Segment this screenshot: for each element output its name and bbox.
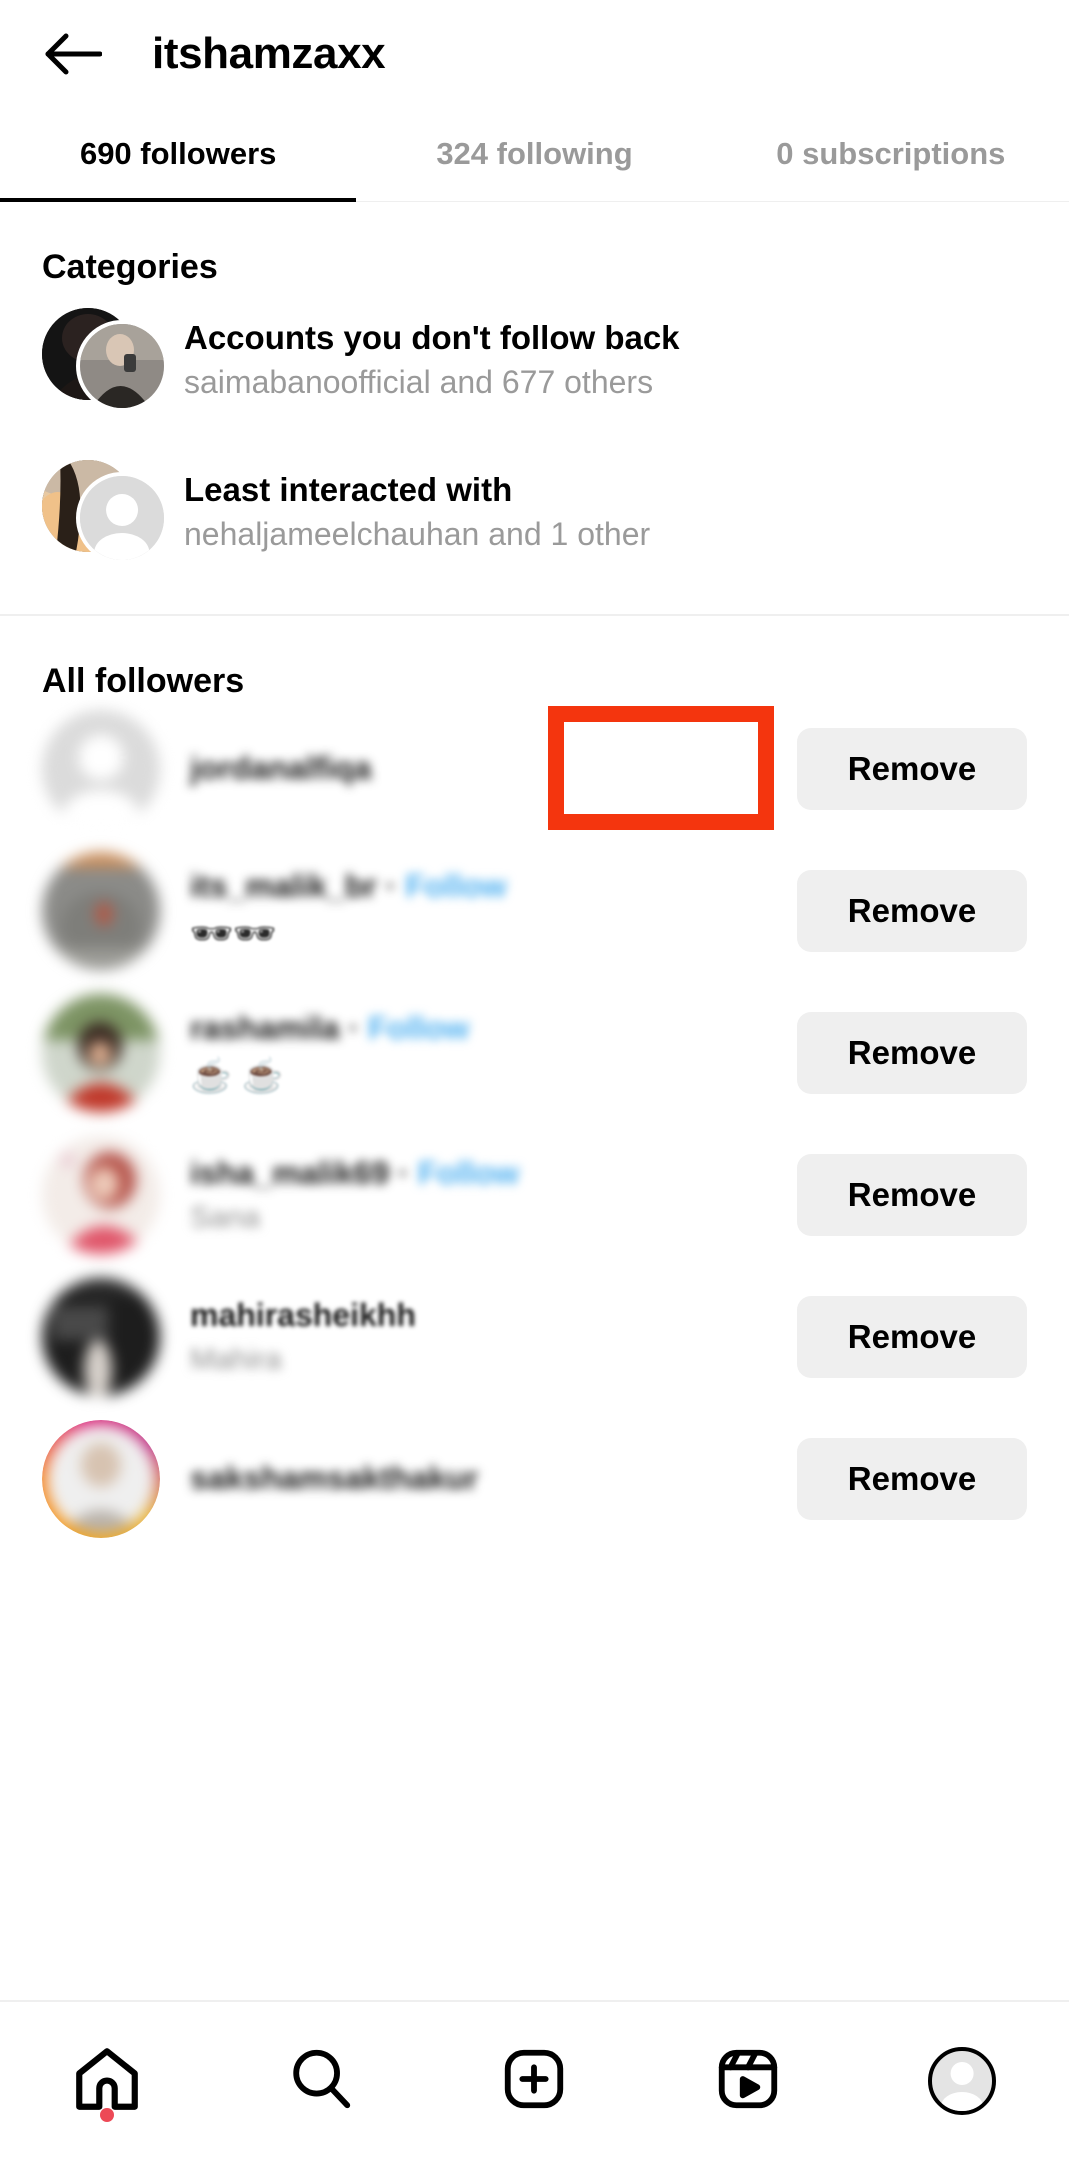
follower-username[interactable]: sakshamsakthakur	[190, 1458, 797, 1500]
follower-username[interactable]: its_malik_br · Follow	[190, 866, 797, 908]
category-avatar-stack	[42, 306, 168, 414]
avatar[interactable]	[42, 1278, 160, 1396]
search-icon	[286, 2044, 356, 2119]
follower-row[interactable]: rashamila · Follow ☕ ☕ Remove	[0, 982, 1069, 1124]
category-title: Least interacted with	[184, 470, 513, 508]
avatar[interactable]	[42, 852, 160, 970]
follower-text: rashamila · Follow ☕ ☕	[190, 1008, 797, 1098]
category-accounts-you-dont-follow-back[interactable]: Accounts you don't follow back saimabano…	[0, 284, 1069, 436]
follower-username[interactable]: jordanalfiqa	[190, 748, 797, 790]
follower-subtitle: Mahira	[190, 1343, 282, 1377]
default-person-icon	[42, 710, 160, 828]
follower-row[interactable]: sakshamsakthakur Remove	[0, 1408, 1069, 1550]
follower-username[interactable]: isha_malik69 · Follow	[190, 1153, 797, 1195]
remove-button[interactable]: Remove	[797, 1012, 1027, 1094]
back-button[interactable]	[42, 23, 104, 85]
follower-row[interactable]: isha_malik69 · Follow Sana Remove	[0, 1124, 1069, 1266]
followers-list: jordanalfiqa Remove its_malik_br · Follo…	[0, 698, 1069, 1550]
username-text: rashamila	[190, 1010, 340, 1047]
follower-subtitle: 🕶🕶	[190, 914, 277, 953]
tab-followers[interactable]: 690 followers	[0, 138, 356, 169]
profile-avatar-icon	[928, 2047, 997, 2115]
tab-indicator-track	[0, 198, 1069, 202]
profile-tabs: 690 followers 324 following 0 subscripti…	[0, 108, 1069, 198]
avatar-image	[47, 1425, 155, 1533]
avatar[interactable]	[42, 994, 160, 1112]
create-post-icon	[499, 2044, 569, 2119]
category-title: Accounts you don't follow back	[184, 318, 680, 356]
tab-active-indicator	[0, 198, 357, 202]
follower-row[interactable]: its_malik_br · Follow 🕶🕶 Remove	[0, 840, 1069, 982]
follower-text: its_malik_br · Follow 🕶🕶	[190, 866, 797, 956]
username-text: isha_malik69	[190, 1154, 390, 1191]
nav-create-post[interactable]	[474, 2026, 594, 2136]
category-subtitle: nehaljameelchauhan and 1 other	[184, 515, 651, 552]
category-subtitle: saimabanoofficial and 677 others	[184, 363, 654, 400]
follow-link[interactable]: Follow	[405, 868, 506, 904]
nav-search[interactable]	[261, 2026, 381, 2136]
avatar[interactable]	[42, 1136, 160, 1254]
categories-heading: Categories	[42, 248, 218, 286]
follower-row[interactable]: mahirasheikhh Mahira Remove	[0, 1266, 1069, 1408]
reels-icon	[713, 2044, 783, 2119]
tab-subscriptions[interactable]: 0 subscriptions	[713, 138, 1069, 169]
avatar-with-story-ring[interactable]	[42, 1420, 160, 1538]
home-notification-badge	[99, 2108, 114, 2122]
follow-link[interactable]: Follow	[368, 1010, 469, 1046]
username-text: its_malik_br	[190, 868, 377, 905]
follower-username[interactable]: mahirasheikhh	[190, 1295, 797, 1337]
category-text: Least interacted with nehaljameelchauhan…	[184, 469, 650, 556]
bottom-navigation-bar	[0, 2000, 1069, 2160]
follower-text: mahirasheikhh Mahira	[190, 1295, 797, 1380]
remove-button[interactable]: Remove	[797, 870, 1027, 952]
page-title: itshamzaxx	[152, 29, 386, 78]
follower-text: jordanalfiqa	[190, 748, 797, 790]
remove-button[interactable]: Remove	[797, 1154, 1027, 1236]
back-arrow-icon	[44, 31, 102, 77]
category-avatar-stack	[42, 458, 168, 566]
all-followers-heading: All followers	[42, 662, 245, 700]
category-least-interacted-with[interactable]: Least interacted with nehaljameelchauhan…	[0, 436, 1069, 588]
follower-row[interactable]: jordanalfiqa Remove	[0, 698, 1069, 840]
nav-profile[interactable]	[902, 2026, 1022, 2136]
follower-text: isha_malik69 · Follow Sana	[190, 1153, 797, 1238]
remove-button[interactable]: Remove	[797, 1438, 1027, 1520]
avatar[interactable]	[42, 710, 160, 828]
remove-button[interactable]: Remove	[797, 1296, 1027, 1378]
app-header: itshamzaxx	[0, 0, 1069, 108]
remove-button[interactable]: Remove	[797, 728, 1027, 810]
follower-username[interactable]: rashamila · Follow	[190, 1008, 797, 1050]
tab-following[interactable]: 324 following	[356, 138, 712, 169]
follow-link[interactable]: Follow	[418, 1155, 519, 1191]
follower-text: sakshamsakthakur	[190, 1458, 797, 1500]
avatar-front	[76, 320, 168, 412]
follower-subtitle: Sana	[190, 1201, 261, 1235]
default-person-icon	[80, 476, 164, 560]
category-text: Accounts you don't follow back saimabano…	[184, 317, 680, 404]
avatar-front-placeholder	[76, 472, 168, 564]
nav-home[interactable]	[47, 2026, 167, 2136]
follower-subtitle: ☕ ☕	[190, 1056, 285, 1095]
nav-reels[interactable]	[688, 2026, 808, 2136]
